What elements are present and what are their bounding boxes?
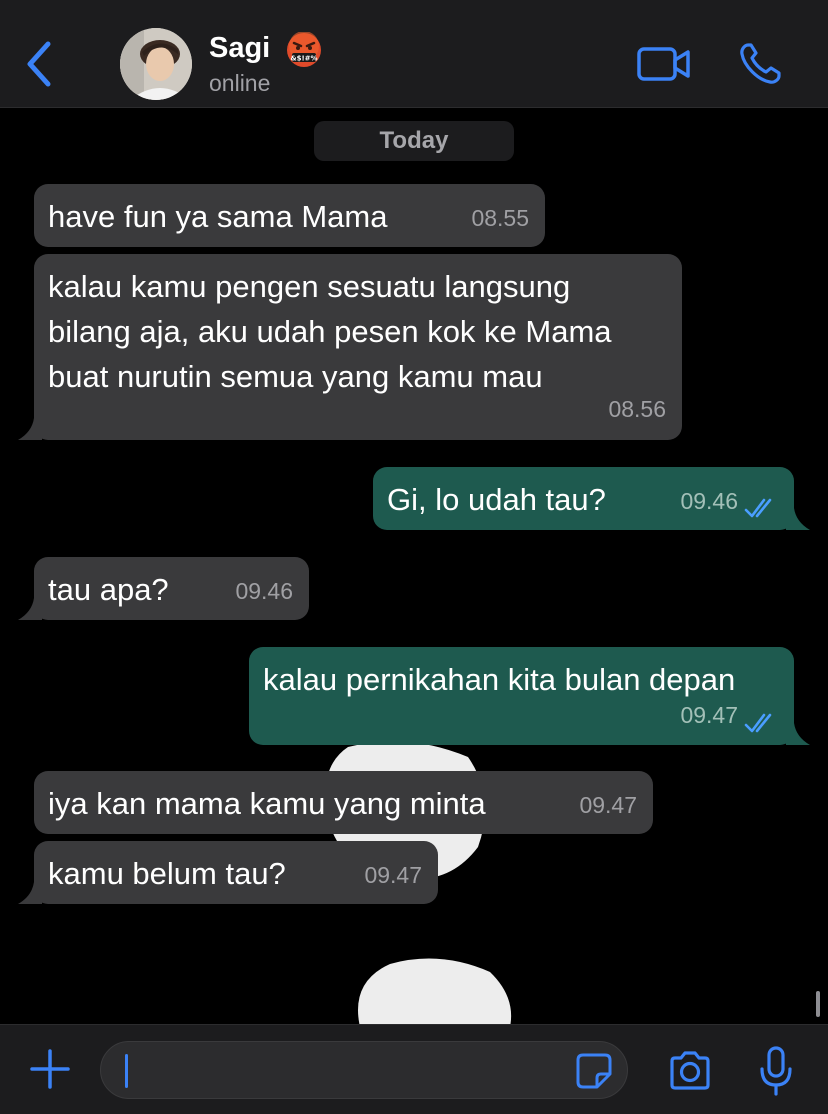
message-text-line: kalau kamu pengen sesuatu langsung [48,269,571,304]
camera-icon[interactable] [666,1049,714,1093]
cursing-face-emoji-icon: &$!#% [287,32,321,67]
bubble-tail [18,598,42,620]
message-time: 09.47 [680,702,738,728]
message-text-line: bilang aja, aku udah pesen kok ke Mama [48,314,612,349]
incoming-message[interactable]: kamu belum tau? 09.47 [18,841,438,904]
outgoing-message[interactable]: Gi, lo udah tau? 09.46 [373,467,810,530]
incoming-message[interactable]: kalau kamu pengen sesuatu langsung bilan… [18,254,682,440]
message-composer [0,1024,828,1114]
message-input[interactable] [100,1041,628,1099]
sticker-icon[interactable] [575,1052,613,1090]
bubble-tail [786,508,810,530]
read-receipt-icon [744,713,772,733]
bubble-tail [786,723,810,745]
contact-name[interactable]: Sagi [209,32,270,65]
incoming-message[interactable]: tau apa? 09.46 [18,557,309,620]
bubble-tail [18,418,42,440]
read-receipt-icon [744,498,772,518]
date-separator: Today [314,121,514,161]
message-list[interactable]: Today have fun ya sama Mama 08.55 kalau … [0,109,828,1024]
back-chevron-icon[interactable] [18,38,62,90]
wallpaper-splotch [358,958,511,1024]
avatar-image [120,28,192,100]
message-text: have fun ya sama Mama [48,199,388,234]
message-text: iya kan mama kamu yang minta [48,786,486,821]
message-time: 09.47 [364,862,422,888]
message-time: 08.55 [471,205,529,231]
message-time: 09.47 [579,792,637,818]
contact-avatar[interactable] [120,28,192,100]
text-caret [125,1054,128,1088]
message-time: 09.46 [680,488,738,514]
outgoing-message[interactable]: kalau pernikahan kita bulan depan 09.47 [249,647,810,745]
chat-header: Sagi &$!#% online [0,0,828,108]
message-text-line: buat nurutin semua yang kamu mau [48,359,543,394]
video-call-icon[interactable] [636,44,692,84]
bubble-tail [18,882,42,904]
message-time: 08.56 [608,396,666,422]
microphone-icon[interactable] [756,1045,796,1097]
scrollbar[interactable] [816,991,820,1017]
plus-icon[interactable] [28,1047,72,1091]
incoming-message[interactable]: have fun ya sama Mama 08.55 [34,184,545,247]
message-time: 09.46 [235,578,293,604]
contact-status: online [209,70,271,96]
svg-text:&$!#%: &$!#% [290,55,317,63]
phone-call-icon[interactable] [736,40,784,88]
incoming-message[interactable]: iya kan mama kamu yang minta 09.47 [34,771,653,834]
